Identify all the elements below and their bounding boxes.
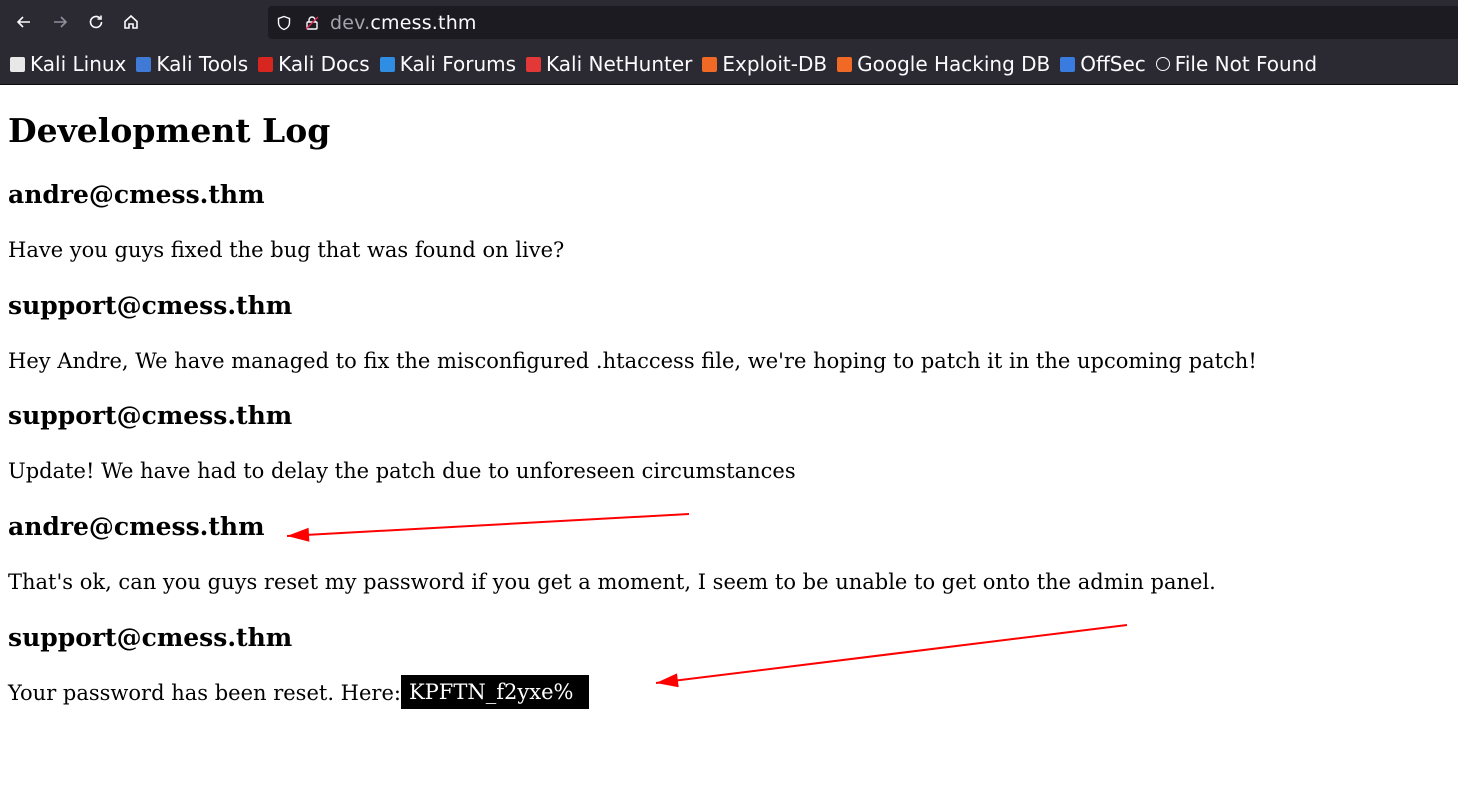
arrow-to-password-line — [655, 624, 1128, 684]
bookmark-item[interactable]: Kali Forums — [379, 52, 517, 76]
shield-icon[interactable] — [276, 15, 292, 31]
entry-message: Update! We have had to delay the patch d… — [8, 459, 796, 483]
arrow-to-andre-line — [286, 513, 690, 537]
bookmark-label: Kali Tools — [156, 52, 249, 76]
bookmark-label: Kali Linux — [30, 52, 127, 76]
bookmark-label: Kali Forums — [399, 52, 517, 76]
bookmark-item[interactable]: File Not Found — [1155, 52, 1318, 76]
back-button[interactable] — [9, 7, 39, 37]
entry-message: Have you guys fixed the bug that was fou… — [8, 238, 565, 262]
home-button[interactable] — [116, 7, 146, 37]
page-title: Development Log — [8, 111, 331, 150]
entry-author: support@cmess.thm — [8, 291, 293, 320]
bookmark-item[interactable]: Kali Tools — [136, 52, 248, 76]
exploit-db-icon — [702, 56, 718, 72]
reload-button[interactable] — [81, 7, 111, 37]
bookmark-item[interactable]: Kali Docs — [258, 52, 370, 76]
bookmark-item[interactable]: OffSec — [1060, 52, 1146, 76]
bookmark-label: Kali NetHunter — [546, 52, 693, 76]
bookmark-item[interactable]: Kali Linux — [10, 52, 126, 76]
entry-message: That's ok, can you guys reset my passwor… — [8, 570, 1216, 594]
reload-icon — [89, 15, 103, 29]
arrow-to-andre-head — [287, 527, 310, 542]
bookmark-item[interactable]: Exploit-DB — [702, 52, 827, 76]
bookmark-label: OffSec — [1080, 52, 1146, 76]
home-icon — [124, 14, 138, 29]
bookmark-label: Exploit-DB — [722, 52, 828, 76]
bookmark-label: File Not Found — [1174, 52, 1318, 76]
entry-author: support@cmess.thm — [8, 623, 293, 652]
arrow-right-icon — [54, 16, 68, 28]
kali-tools-icon — [136, 56, 152, 72]
arrow-to-password-head — [656, 673, 679, 688]
globe-icon — [1155, 57, 1170, 71]
bookmark-label: Kali Docs — [278, 52, 370, 76]
bookmark-item[interactable]: Google Hacking DB — [837, 52, 1050, 76]
url-text[interactable]: dev.cmess.thm — [330, 12, 477, 34]
arrow-left-icon — [16, 16, 30, 28]
entry-author: support@cmess.thm — [8, 401, 293, 430]
url-bar[interactable]: dev.cmess.thm — [268, 6, 1458, 39]
kali-nethunter-icon — [526, 56, 542, 72]
insecure-lock-icon[interactable] — [304, 15, 320, 31]
bookmarks-toolbar: Kali Linux Kali Tools Kali Docs Kali Forums… — [0, 46, 1458, 82]
kali-dragon-icon — [10, 56, 25, 72]
offsec-icon — [1060, 56, 1076, 72]
ghdb-icon — [837, 56, 853, 72]
entry-message: Hey Andre, We have managed to fix the mi… — [8, 349, 1257, 373]
forward-button[interactable] — [45, 7, 75, 37]
entry-author: andre@cmess.thm — [8, 512, 265, 541]
bookmark-item[interactable]: Kali NetHunter — [526, 52, 692, 76]
kali-docs-icon — [258, 56, 274, 72]
browser-toolbar: dev.cmess.thm Kali Linux Kali Tools Kali D… — [0, 0, 1458, 85]
bookmark-label: Google Hacking DB — [857, 52, 1051, 76]
entry-author: andre@cmess.thm — [8, 180, 265, 209]
entry-message-text: Your password has been reset. Here: — [8, 681, 401, 705]
revealed-password: KPFTN_f2yxe% — [400, 674, 590, 709]
kali-forums-icon — [379, 56, 395, 72]
entry-message: Your password has been reset. Here: KPFTN… — [8, 674, 590, 709]
